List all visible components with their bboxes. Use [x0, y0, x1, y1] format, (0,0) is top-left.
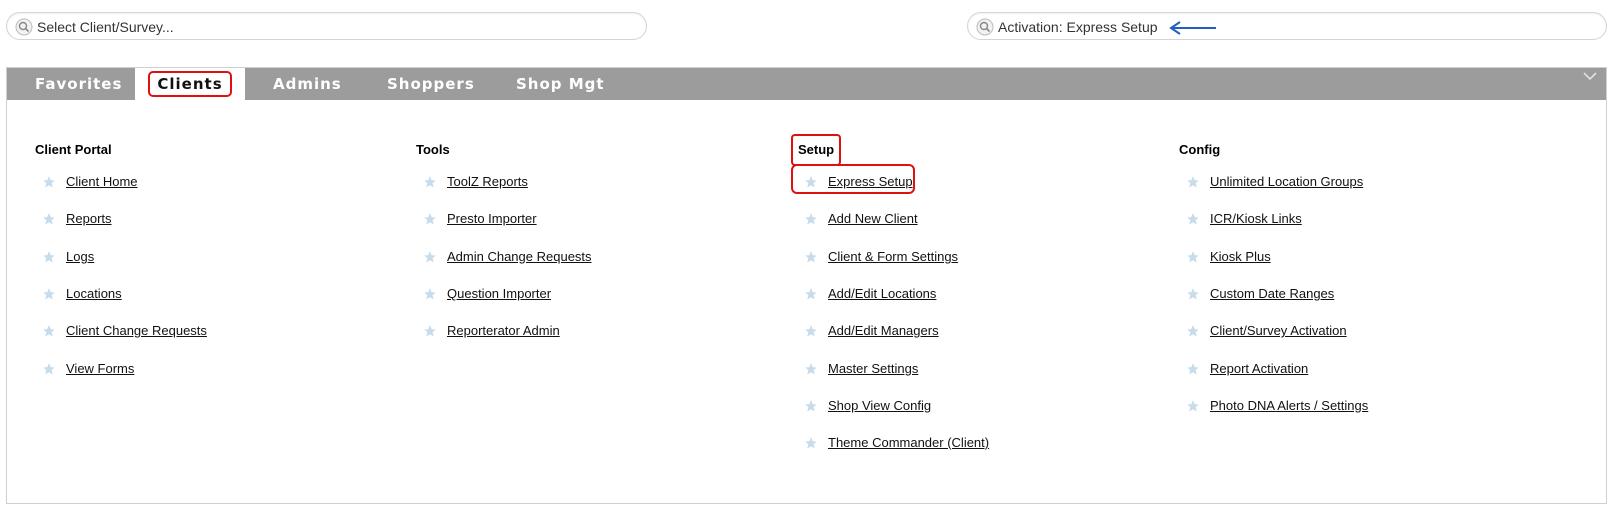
star-icon[interactable] — [423, 212, 437, 226]
star-icon[interactable] — [42, 287, 56, 301]
column-client-portal: Client Portal — [35, 140, 112, 160]
star-icon[interactable] — [42, 324, 56, 338]
menu-link-express-setup[interactable]: Express Setup — [828, 174, 913, 189]
menu-link-master-settings[interactable]: Master Settings — [828, 361, 918, 376]
star-icon[interactable] — [1186, 324, 1200, 338]
star-icon[interactable] — [804, 175, 818, 189]
star-icon[interactable] — [804, 436, 818, 450]
menu-link-photo-dna-alerts-settings[interactable]: Photo DNA Alerts / Settings — [1210, 398, 1368, 413]
menu-link-client-change-requests[interactable]: Client Change Requests — [66, 323, 207, 338]
column-heading: Tools — [416, 142, 450, 157]
menu-link-client-home[interactable]: Client Home — [66, 174, 138, 189]
star-icon[interactable] — [1186, 212, 1200, 226]
column-heading: Client Portal — [35, 142, 112, 157]
search-icon — [976, 18, 994, 36]
menu-link-client-form-settings[interactable]: Client & Form Settings — [828, 249, 958, 264]
menu-link-view-forms[interactable]: View Forms — [66, 361, 134, 376]
menu-link-custom-date-ranges[interactable]: Custom Date Ranges — [1210, 286, 1334, 301]
column-heading: Setup — [791, 134, 842, 166]
tab-clients[interactable]: Clients — [135, 68, 245, 100]
menu-link-toolz-reports[interactable]: ToolZ Reports — [447, 174, 528, 189]
menu-link-icr-kiosk-links[interactable]: ICR/Kiosk Links — [1210, 211, 1302, 226]
tab-shoppers[interactable]: Shoppers — [387, 68, 475, 100]
column-config: Config — [1179, 140, 1220, 160]
menu-search-input[interactable]: Activation: Express Setup — [967, 12, 1607, 40]
arrow-left-icon — [1169, 21, 1216, 35]
star-icon[interactable] — [423, 175, 437, 189]
star-icon[interactable] — [804, 399, 818, 413]
star-icon[interactable] — [423, 324, 437, 338]
star-icon[interactable] — [42, 362, 56, 376]
menu-link-add-edit-managers[interactable]: Add/Edit Managers — [828, 323, 939, 338]
search-icon — [15, 18, 33, 36]
menu-search-value: Activation: Express Setup — [998, 19, 1158, 35]
column-setup: Setup — [791, 134, 842, 166]
client-survey-search-input[interactable]: Select Client/Survey... — [6, 12, 647, 40]
menu-link-reporterator-admin[interactable]: Reporterator Admin — [447, 323, 560, 338]
tab-favorites[interactable]: Favorites — [35, 68, 122, 100]
menu-link-logs[interactable]: Logs — [66, 249, 94, 264]
star-icon[interactable] — [1186, 399, 1200, 413]
star-icon[interactable] — [1186, 250, 1200, 264]
star-icon[interactable] — [804, 362, 818, 376]
star-icon[interactable] — [804, 250, 818, 264]
menu-link-add-edit-locations[interactable]: Add/Edit Locations — [828, 286, 936, 301]
menu-link-kiosk-plus[interactable]: Kiosk Plus — [1210, 249, 1271, 264]
star-icon[interactable] — [804, 324, 818, 338]
star-icon[interactable] — [423, 287, 437, 301]
star-icon[interactable] — [804, 212, 818, 226]
star-icon[interactable] — [42, 250, 56, 264]
menu-link-add-new-client[interactable]: Add New Client — [828, 211, 918, 226]
star-icon[interactable] — [1186, 175, 1200, 189]
tab-bar: Favorites Clients Admins Shoppers Shop M… — [7, 68, 1606, 100]
star-icon[interactable] — [1186, 287, 1200, 301]
tab-admins[interactable]: Admins — [273, 68, 342, 100]
chevron-down-icon[interactable] — [1582, 70, 1598, 82]
search-placeholder: Select Client/Survey... — [37, 19, 174, 35]
menu-link-locations[interactable]: Locations — [66, 286, 122, 301]
menu-link-unlimited-location-groups[interactable]: Unlimited Location Groups — [1210, 174, 1363, 189]
menu-link-theme-commander-client[interactable]: Theme Commander (Client) — [828, 435, 989, 450]
column-tools: Tools — [416, 140, 450, 160]
menu-link-shop-view-config[interactable]: Shop View Config — [828, 398, 931, 413]
menu-link-report-activation[interactable]: Report Activation — [1210, 361, 1308, 376]
menu-link-question-importer[interactable]: Question Importer — [447, 286, 551, 301]
star-icon[interactable] — [42, 212, 56, 226]
star-icon[interactable] — [42, 175, 56, 189]
column-heading: Config — [1179, 142, 1221, 157]
menu-link-reports[interactable]: Reports — [66, 211, 112, 226]
star-icon[interactable] — [423, 250, 437, 264]
menu-link-admin-change-requests[interactable]: Admin Change Requests — [447, 249, 592, 264]
tab-shop-mgt[interactable]: Shop Mgt — [516, 68, 605, 100]
menu-link-presto-importer[interactable]: Presto Importer — [447, 211, 537, 226]
star-icon[interactable] — [1186, 362, 1200, 376]
menu-link-client-survey-activation[interactable]: Client/Survey Activation — [1210, 323, 1347, 338]
star-icon[interactable] — [804, 287, 818, 301]
